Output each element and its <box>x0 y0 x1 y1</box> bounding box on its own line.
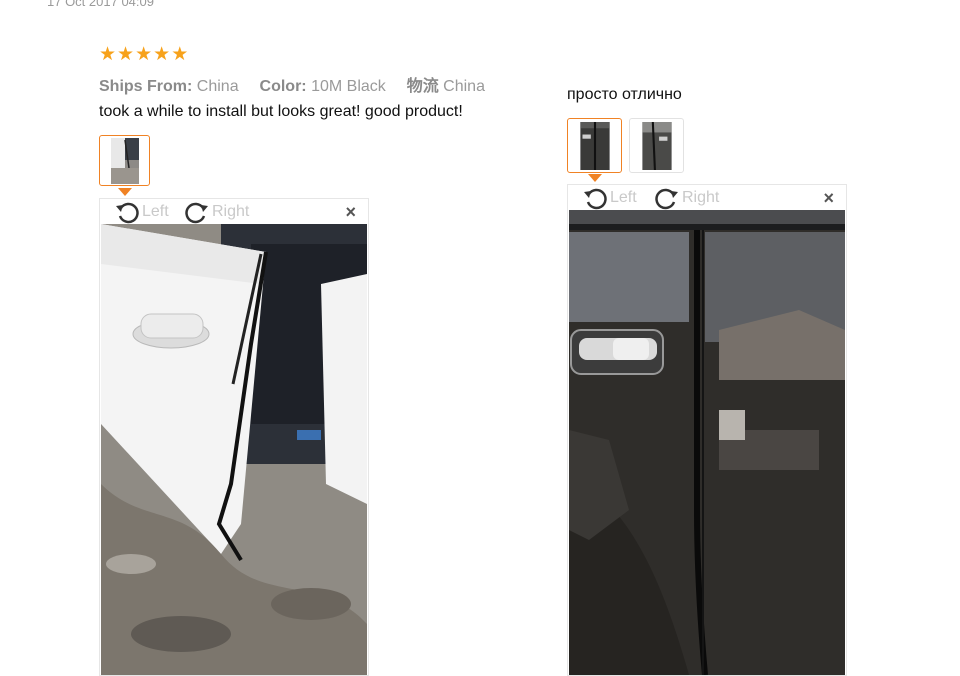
review-text: просто отлично <box>567 86 682 103</box>
review-photo-thumbnail[interactable] <box>99 135 150 186</box>
thumbnail-pointer <box>118 188 132 196</box>
star-icon: ★ <box>135 44 153 65</box>
close-icon[interactable]: × <box>345 202 356 223</box>
review-text: took a while to install but looks great!… <box>99 103 463 120</box>
review-photo-thumbnail[interactable] <box>567 118 622 173</box>
thumbnail-image <box>642 122 672 170</box>
rotate-right-icon <box>185 202 208 224</box>
rotate-right-button[interactable]: Right <box>654 186 719 210</box>
rating-stars: ★ ★ ★ ★ ★ <box>99 45 188 64</box>
rotate-left-button[interactable]: Left <box>582 186 637 210</box>
ships-from-label: Ships From: <box>99 78 193 95</box>
rotate-right-button[interactable]: Right <box>184 200 249 224</box>
rotate-left-label: Left <box>610 189 637 206</box>
logistics-label: 物流 <box>406 78 439 95</box>
rotate-right-icon <box>655 188 678 210</box>
rotate-right-label: Right <box>682 189 720 206</box>
star-icon: ★ <box>153 44 171 65</box>
star-icon: ★ <box>117 44 135 65</box>
thumbnail-image <box>580 122 610 170</box>
review-attributes: Ships From: China Color: 10M Black 物流 Ch… <box>99 72 497 96</box>
color-label: Color: <box>259 78 307 95</box>
viewer-toolbar: Left Right × <box>100 199 368 224</box>
rotate-left-label: Left <box>142 203 169 220</box>
review-photo-thumbnail[interactable] <box>629 118 684 173</box>
thumbnail-pointer <box>588 174 602 182</box>
ships-from-value: China <box>196 78 239 95</box>
star-icon: ★ <box>171 44 189 65</box>
rotate-right-label: Right <box>212 203 250 220</box>
rotate-left-icon <box>584 188 607 210</box>
review-date: 17 Oct 2017 04:09 <box>47 0 154 9</box>
rotate-left-button[interactable]: Left <box>114 200 169 224</box>
close-icon[interactable]: × <box>823 188 834 209</box>
photo-viewer: Left Right × <box>567 184 847 676</box>
rotate-left-icon <box>116 202 139 224</box>
review-photo-large <box>569 210 845 675</box>
thumbnail-image <box>111 138 139 184</box>
logistics-value: China <box>443 78 485 95</box>
review-photo-large <box>101 224 367 675</box>
star-icon: ★ <box>99 44 117 65</box>
color-value: 10M Black <box>311 78 386 95</box>
viewer-toolbar: Left Right × <box>568 185 846 210</box>
photo-viewer: Left Right × <box>99 198 369 676</box>
